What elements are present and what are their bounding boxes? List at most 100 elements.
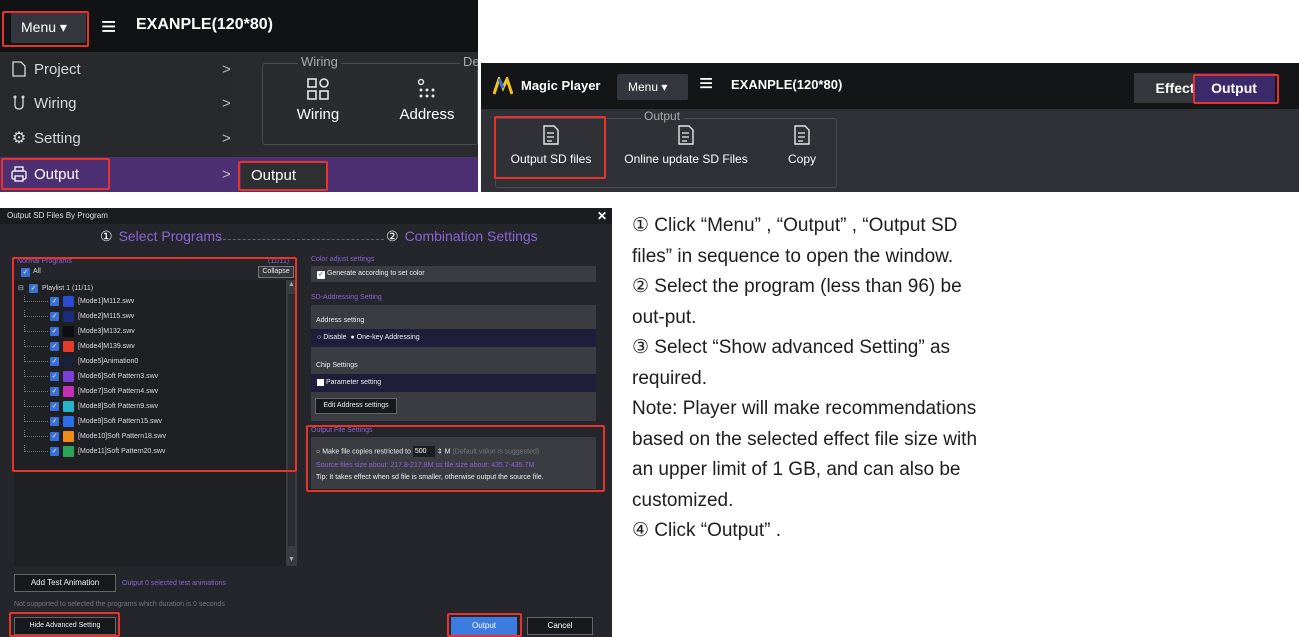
test-animation-note: Output 0 selected test animations (122, 580, 226, 587)
checkbox[interactable]: ✓ (50, 357, 59, 366)
dialog-title: Output SD Files By Program (0, 208, 612, 224)
program-thumbnail (63, 356, 74, 367)
copy-button[interactable]: Copy (777, 125, 827, 166)
tab-output[interactable]: Output (1193, 73, 1275, 103)
checkbox[interactable]: ✓ (317, 271, 325, 279)
hide-advanced-setting-button[interactable]: Hide Advanced Setting (14, 617, 116, 635)
program-label: [Mode3]M132.swv (78, 328, 135, 335)
tree-scrollbar[interactable]: ▲ ▼ (286, 280, 297, 566)
app-brand: Magic Player (521, 78, 601, 93)
checkbox[interactable]: ✓ (50, 402, 59, 411)
playlist-row[interactable]: ⊟ ✓ Playlist 1 (11/11) (14, 282, 284, 295)
program-row[interactable]: ✓ [Mode2]M115.swv (14, 310, 284, 323)
hamburger-icon[interactable]: ≡ (101, 13, 116, 39)
radio-onekey[interactable]: ● (350, 334, 354, 341)
program-row[interactable]: ✓ [Mode3]M132.swv (14, 325, 284, 338)
cancel-button[interactable]: Cancel (527, 617, 593, 635)
tree-connector (24, 295, 48, 302)
checkbox[interactable]: ✓ (50, 387, 59, 396)
normal-programs-label: Normal Programs (17, 258, 72, 265)
edit-address-settings-button[interactable]: Edit Address settings (315, 398, 397, 414)
export-file-icon (777, 125, 827, 152)
radio-restrict[interactable]: ○ (316, 448, 320, 455)
radio-disable[interactable]: ○ (317, 334, 321, 341)
addr-disable-label: Disable (323, 334, 347, 341)
generate-color-row[interactable]: ✓ Generate according to set color (311, 266, 596, 282)
instruction-line: ① Click “Menu” , “Output” , “Output SD (632, 215, 958, 236)
file-icon (9, 52, 29, 90)
tree-collapse-icon[interactable]: ⊟ (18, 282, 24, 295)
instruction-line: based on the selected effect file size w… (632, 428, 978, 450)
online-update-sd-files-button[interactable]: Online update SD Files (618, 125, 754, 166)
button-label: Copy (787, 152, 816, 166)
address-icon (392, 78, 462, 106)
ribbon-wiring-button[interactable]: Wiring (283, 78, 353, 123)
restrict-row: ○ Make file copies restricted to 500 ⇕ M… (316, 446, 539, 458)
program-label: [Mode11]Soft Pattern20.swv (78, 448, 166, 455)
instruction-line: required. (632, 367, 707, 389)
checkbox[interactable] (317, 378, 324, 386)
program-row[interactable]: ✓ [Mode10]Soft Pattern18.swv (14, 430, 284, 443)
menu-item-project[interactable]: Project > (0, 52, 232, 87)
magic-player-panel: Magic Player Menu ▾ ≡ EXANPLE(120*80) Ef… (481, 63, 1299, 192)
program-label: [Mode5]Animation0 (78, 358, 139, 365)
output-sd-files-button[interactable]: Output SD files (501, 125, 601, 166)
checkbox[interactable]: ✓ (50, 372, 59, 381)
output-file-settings-label: Output File Settings (311, 427, 373, 434)
tree-connector (24, 385, 48, 392)
program-row[interactable]: ✓ [Mode4]M139.swv (14, 340, 284, 353)
hamburger-icon[interactable]: ≡ (699, 72, 713, 96)
menu-item-wiring[interactable]: Wiring > (0, 86, 232, 121)
ribbon-wiring-label: Wiring (296, 106, 340, 123)
checkbox[interactable]: ✓ (29, 284, 38, 293)
program-row[interactable]: ✓ [Mode5]Animation0 (14, 355, 284, 368)
program-thumbnail (63, 341, 74, 352)
checkbox[interactable]: ✓ (50, 432, 59, 441)
program-row[interactable]: ✓ [Mode7]Soft Pattern4.swv (14, 385, 284, 398)
checkbox-all[interactable]: ✓ (21, 268, 30, 277)
step-combination-settings: ② Combination Settings (386, 228, 538, 245)
tree-connector (24, 310, 48, 317)
addr-onekey-label: One-key Addressing (356, 334, 420, 341)
scroll-thumb[interactable] (288, 294, 295, 546)
program-row[interactable]: ✓ [Mode8]Soft Pattern9.swv (14, 400, 284, 413)
output-button[interactable]: Output (451, 617, 517, 635)
add-test-animation-button[interactable]: Add Test Animation (14, 574, 116, 592)
checkbox[interactable]: ✓ (50, 447, 59, 456)
program-label: [Mode7]Soft Pattern4.swv (78, 388, 159, 395)
submenu-output-item[interactable]: Output (241, 162, 326, 190)
checkbox[interactable]: ✓ (50, 417, 59, 426)
scroll-up-icon[interactable]: ▲ (286, 281, 297, 288)
scroll-down-icon[interactable]: ▼ (286, 556, 297, 563)
close-icon[interactable]: ✕ (597, 208, 607, 224)
program-count: (11/11) (268, 258, 290, 265)
program-thumbnail (63, 386, 74, 397)
collapse-button[interactable]: Collapse (258, 266, 294, 278)
parameter-setting-row[interactable]: Parameter setting (311, 374, 596, 392)
program-row[interactable]: ✓ [Mode6]Soft Pattern3.swv (14, 370, 284, 383)
menu-item-setting[interactable]: ⚙ Setting > (0, 121, 232, 156)
sd-addressing-label: SD-Addressing Setting (311, 294, 382, 301)
ribbon-address-button[interactable]: Address (392, 78, 462, 123)
program-row[interactable]: ✓ [Mode1]M112.swv (14, 295, 284, 308)
checkbox[interactable]: ✓ (50, 312, 59, 321)
menu-button[interactable]: Menu ▾ (11, 12, 86, 43)
output-group-label: Output (641, 109, 684, 123)
menu-item-output[interactable]: Output > (0, 157, 232, 192)
checkbox[interactable]: ✓ (50, 297, 59, 306)
step-number: ① (100, 228, 113, 244)
spinner-icon[interactable]: ⇕ (437, 448, 443, 455)
step-label: Combination Settings (404, 228, 538, 244)
playlist-label: Playlist 1 (11/11) (42, 285, 94, 292)
restrict-size-input[interactable]: 500 (412, 446, 435, 457)
checkbox[interactable]: ✓ (50, 327, 59, 336)
chevron-right-icon: > (222, 95, 231, 112)
ribbon-address-label: Address (399, 106, 455, 123)
checkbox[interactable]: ✓ (50, 342, 59, 351)
program-row[interactable]: ✓ [Mode9]Soft Pattern15.swv (14, 415, 284, 428)
menu-button[interactable]: Menu ▾ (617, 74, 688, 100)
project-title: EXANPLE(120*80) (731, 77, 843, 92)
program-row[interactable]: ✓ [Mode11]Soft Pattern20.swv (14, 445, 284, 458)
program-label: [Mode2]M115.swv (78, 313, 135, 320)
instruction-line: ③ Select “Show advanced Setting” as (632, 337, 951, 358)
